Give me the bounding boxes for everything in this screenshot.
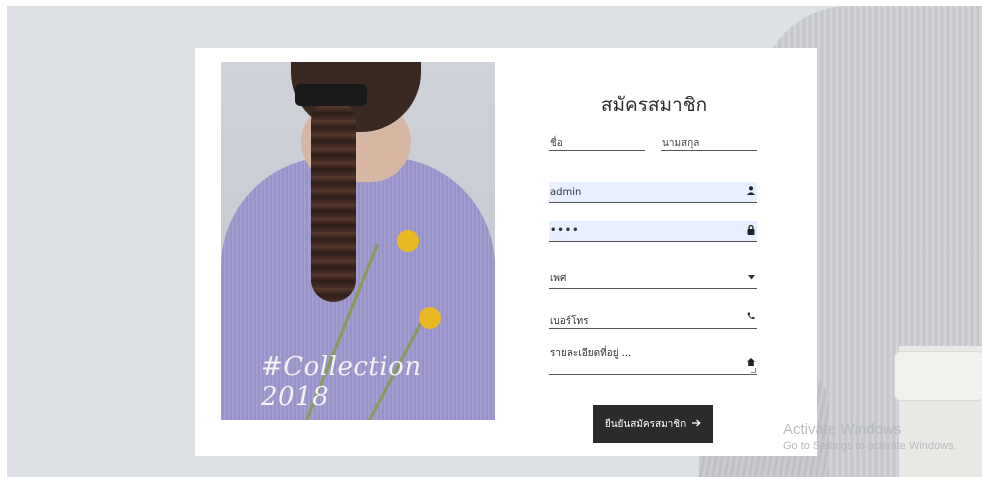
- gender-selected: เพศ: [550, 273, 567, 284]
- last-name-placeholder: นามสกุล: [662, 138, 700, 149]
- collection-photo: #Collection 2018: [221, 62, 495, 420]
- username-input[interactable]: admin: [549, 182, 757, 203]
- address-textarea[interactable]: รายละเอียดที่อยู่ ...: [549, 346, 757, 375]
- first-name-placeholder: ชื่อ: [550, 138, 563, 149]
- submit-button[interactable]: ยืนยันสมัครสมาชิก: [593, 405, 713, 443]
- last-name-input[interactable]: นามสกุล: [661, 134, 757, 151]
- activate-windows-watermark: Activate Windows Go to Settings to activ…: [783, 421, 957, 452]
- first-name-input[interactable]: ชื่อ: [549, 134, 645, 151]
- password-input[interactable]: ••••: [549, 221, 757, 242]
- submit-label: ยืนยันสมัครสมาชิก: [604, 418, 687, 430]
- arrow-right-icon: [692, 419, 701, 430]
- form-title: สมัครสมาชิก: [600, 94, 708, 116]
- phone-placeholder: เบอร์โทร: [550, 316, 589, 327]
- phone-input[interactable]: เบอร์โทร: [549, 311, 757, 329]
- phone-icon: [747, 312, 755, 323]
- password-value: ••••: [550, 225, 580, 236]
- page-background: #Collection 2018 สมัครสมาชิก ชื่อ นามสกุ…: [7, 6, 982, 477]
- username-value: admin: [550, 187, 582, 198]
- chevron-down-icon: [748, 273, 755, 283]
- lock-icon: [747, 224, 755, 238]
- collection-caption: #Collection 2018: [261, 352, 422, 412]
- register-card: #Collection 2018 สมัครสมาชิก ชื่อ นามสกุ…: [195, 48, 817, 456]
- gender-select[interactable]: เพศ: [549, 263, 757, 289]
- address-placeholder: รายละเอียดที่อยู่ ...: [550, 348, 632, 359]
- user-icon: [747, 186, 755, 198]
- resize-handle[interactable]: [751, 368, 756, 373]
- register-form: สมัครสมาชิก ชื่อ นามสกุล admin •••• เพศ …: [549, 48, 759, 456]
- watermark-subtitle: Go to Settings to activate Windows.: [783, 440, 957, 452]
- watermark-title: Activate Windows: [783, 421, 902, 438]
